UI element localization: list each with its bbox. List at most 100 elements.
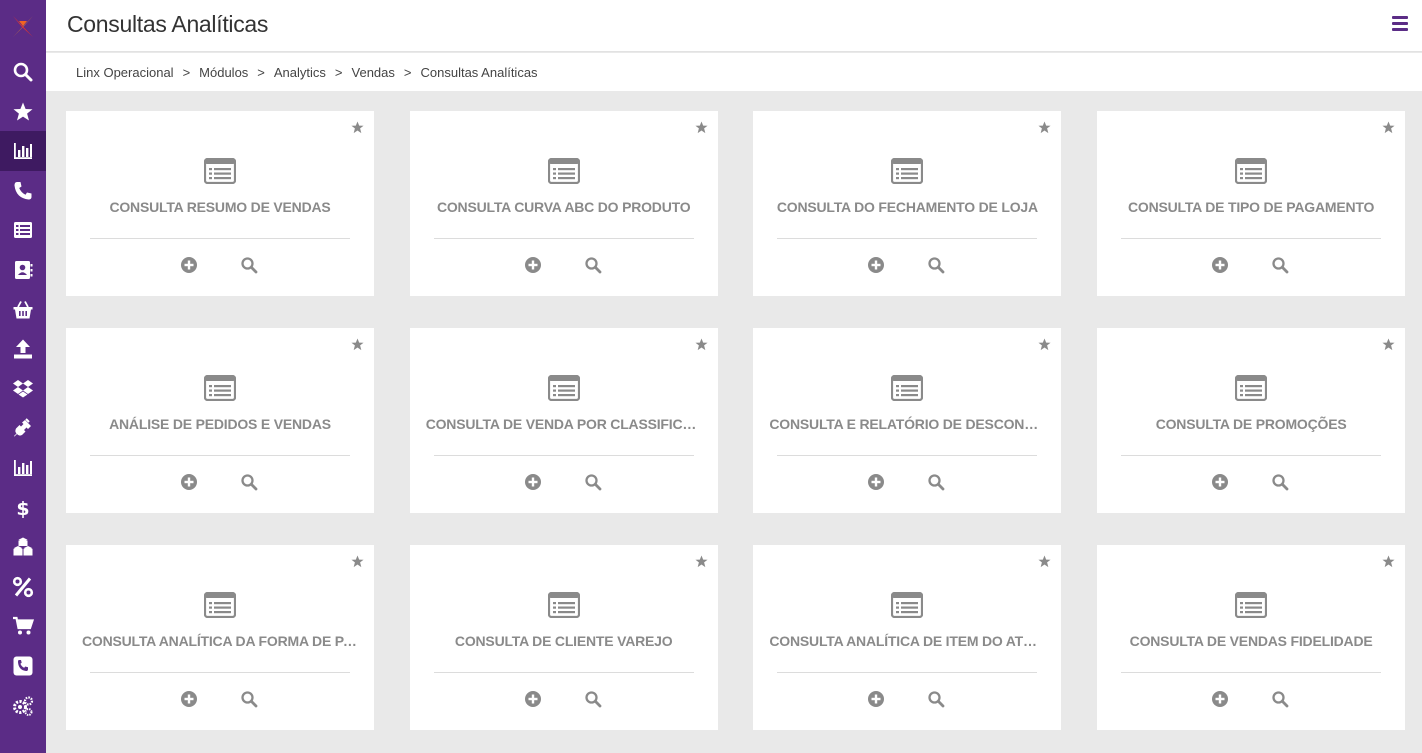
sidebar-item-gears[interactable]	[0, 686, 46, 726]
breadcrumb-item-analytics[interactable]: Analytics	[274, 65, 326, 80]
add-icon[interactable]	[1211, 473, 1229, 491]
sidebar: $	[0, 0, 46, 753]
add-icon[interactable]	[1211, 256, 1229, 274]
report-card-title[interactable]: CONSULTA DE TIPO DE PAGAMENTO	[1113, 199, 1389, 215]
report-card[interactable]: CONSULTA DE PROMOÇÕES	[1097, 328, 1406, 513]
search-icon[interactable]	[927, 473, 945, 491]
report-card[interactable]: CONSULTA CURVA ABC DO PRODUTO	[409, 111, 718, 296]
report-card-title[interactable]: CONSULTA E RELATÓRIO DE DESCONTOS	[769, 416, 1045, 432]
card-divider	[433, 672, 694, 673]
sidebar-item-percent[interactable]	[0, 567, 46, 607]
sidebar-item-phone-square[interactable]	[0, 646, 46, 686]
report-card-title[interactable]: CONSULTA DE VENDA POR CLASSIFICAÇÃO ...	[426, 416, 702, 432]
search-icon[interactable]	[927, 690, 945, 708]
search-icon[interactable]	[240, 256, 258, 274]
favorite-star-icon[interactable]	[351, 338, 364, 351]
favorite-star-icon[interactable]	[1038, 555, 1051, 568]
report-card[interactable]: ANÁLISE DE PEDIDOS E VENDAS	[66, 328, 374, 513]
search-icon[interactable]	[584, 473, 602, 491]
sidebar-item-search[interactable]	[0, 52, 46, 92]
report-card[interactable]: CONSULTA DE VENDA POR CLASSIFICAÇÃO ...	[409, 328, 718, 513]
sidebar-item-cubes[interactable]	[0, 527, 46, 567]
report-card-title[interactable]: CONSULTA DO FECHAMENTO DE LOJA	[769, 199, 1045, 215]
sidebar-item-bar-chart[interactable]	[0, 448, 46, 488]
sidebar-item-upload[interactable]	[0, 329, 46, 369]
report-card-title[interactable]: CONSULTA CURVA ABC DO PRODUTO	[426, 199, 702, 215]
card-divider	[90, 455, 350, 456]
add-icon[interactable]	[867, 256, 885, 274]
breadcrumb-item-vendas[interactable]: Vendas	[352, 65, 395, 80]
report-card-title[interactable]: ANÁLISE DE PEDIDOS E VENDAS	[82, 416, 358, 432]
favorite-star-icon[interactable]	[351, 121, 364, 134]
page-title: Consultas Analíticas	[67, 11, 269, 37]
hamburger-icon[interactable]	[1392, 16, 1408, 34]
report-card[interactable]: CONSULTA E RELATÓRIO DE DESCONTOS	[753, 328, 1062, 513]
favorite-star-icon[interactable]	[695, 555, 708, 568]
upload-icon	[14, 339, 32, 359]
favorite-star-icon[interactable]	[1382, 555, 1395, 568]
report-card[interactable]: CONSULTA DE VENDAS FIDELIDADE	[1097, 545, 1406, 730]
report-card[interactable]: CONSULTA DO FECHAMENTO DE LOJA	[753, 111, 1062, 296]
search-icon[interactable]	[584, 256, 602, 274]
sidebar-item-contacts[interactable]	[0, 250, 46, 290]
breadcrumb-item-linx-operacional[interactable]: Linx Operacional	[76, 65, 174, 80]
report-card-title[interactable]: CONSULTA DE VENDAS FIDELIDADE	[1113, 633, 1389, 649]
sidebar-item-star[interactable]	[0, 92, 46, 132]
sidebar-item-dropbox[interactable]	[0, 369, 46, 409]
add-icon[interactable]	[180, 256, 198, 274]
add-icon[interactable]	[867, 690, 885, 708]
report-card-title[interactable]: CONSULTA RESUMO DE VENDAS	[82, 199, 358, 215]
sidebar-item-plug[interactable]	[0, 408, 46, 448]
search-icon[interactable]	[1271, 256, 1289, 274]
report-list-icon	[891, 592, 924, 618]
basket-icon	[13, 300, 33, 319]
report-card[interactable]: CONSULTA DE TIPO DE PAGAMENTO	[1097, 111, 1406, 296]
gears-icon	[13, 695, 34, 716]
add-icon[interactable]	[524, 473, 542, 491]
search-icon[interactable]	[584, 690, 602, 708]
favorite-star-icon[interactable]	[695, 121, 708, 134]
favorite-star-icon[interactable]	[1038, 121, 1051, 134]
card-divider	[90, 672, 350, 673]
favorite-star-icon[interactable]	[351, 555, 364, 568]
report-card[interactable]: CONSULTA ANALÍTICA DE ITEM DO ATENDIM...	[753, 545, 1062, 730]
sidebar-item-dollar[interactable]: $	[0, 488, 46, 528]
linx-logo[interactable]	[0, 0, 46, 52]
report-card[interactable]: CONSULTA ANALÍTICA DA FORMA DE PAGAM...	[66, 545, 374, 730]
add-icon[interactable]	[180, 690, 198, 708]
dollar-icon: $	[16, 498, 29, 519]
favorite-star-icon[interactable]	[1382, 121, 1395, 134]
report-card-title[interactable]: CONSULTA ANALÍTICA DE ITEM DO ATENDIM...	[769, 633, 1045, 649]
favorite-star-icon[interactable]	[1038, 338, 1051, 351]
add-icon[interactable]	[524, 256, 542, 274]
breadcrumb-item-modulos[interactable]: Módulos	[199, 65, 248, 80]
percent-icon	[12, 576, 34, 597]
report-card[interactable]: CONSULTA DE CLIENTE VAREJO	[409, 545, 718, 730]
sidebar-item-bar-chart[interactable]	[0, 131, 46, 172]
sidebar-item-cart[interactable]	[0, 606, 46, 646]
report-card-title[interactable]: CONSULTA DE CLIENTE VAREJO	[426, 633, 702, 649]
card-divider	[433, 238, 694, 239]
favorite-star-icon[interactable]	[695, 338, 708, 351]
add-icon[interactable]	[180, 473, 198, 491]
card-divider	[1121, 455, 1382, 456]
search-icon[interactable]	[1271, 473, 1289, 491]
header: Consultas Analíticas	[46, 0, 1422, 52]
report-card-title[interactable]: CONSULTA ANALÍTICA DA FORMA DE PAGAM...	[82, 633, 358, 649]
search-icon[interactable]	[1271, 690, 1289, 708]
sidebar-item-list[interactable]	[0, 210, 46, 250]
add-icon[interactable]	[1211, 690, 1229, 708]
search-icon[interactable]	[240, 473, 258, 491]
add-icon[interactable]	[524, 690, 542, 708]
report-card[interactable]: CONSULTA RESUMO DE VENDAS	[66, 111, 374, 296]
report-list-icon	[1235, 375, 1268, 401]
report-list-icon	[891, 375, 924, 401]
search-icon	[13, 62, 33, 82]
add-icon[interactable]	[867, 473, 885, 491]
search-icon[interactable]	[240, 690, 258, 708]
sidebar-item-basket[interactable]	[0, 290, 46, 330]
search-icon[interactable]	[927, 256, 945, 274]
sidebar-item-phone[interactable]	[0, 171, 46, 211]
report-card-title[interactable]: CONSULTA DE PROMOÇÕES	[1113, 416, 1389, 432]
favorite-star-icon[interactable]	[1382, 338, 1395, 351]
